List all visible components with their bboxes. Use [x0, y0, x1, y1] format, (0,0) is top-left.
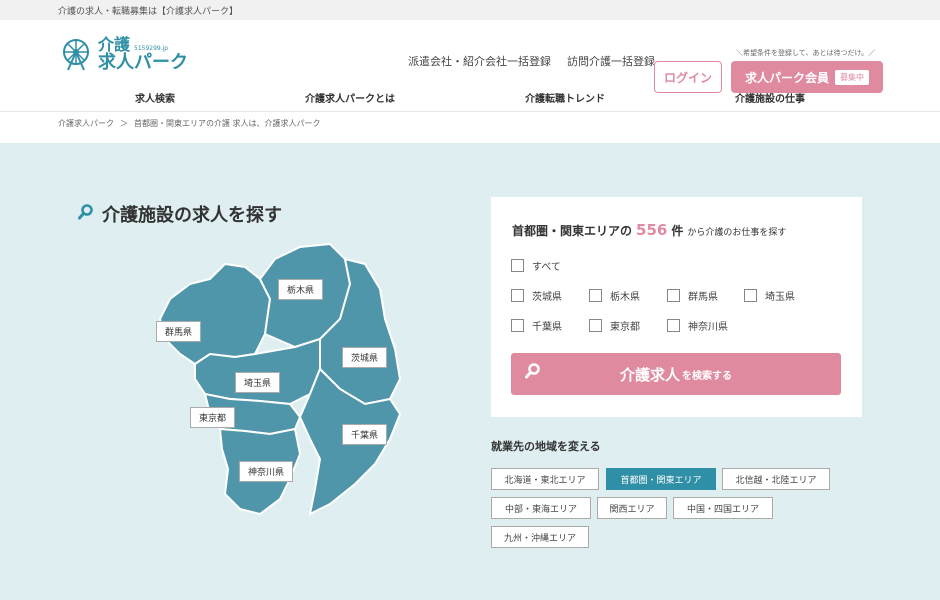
checkbox-chiba[interactable]: 千葉県	[511, 318, 562, 333]
checkbox-all[interactable]: すべて	[511, 258, 561, 273]
member-button-label: 求人パーク会員	[744, 70, 829, 85]
checkbox-tochigi[interactable]: 栃木県	[589, 288, 640, 303]
map-label-kanagawa[interactable]: 神奈川県	[239, 461, 294, 482]
map-label-chiba[interactable]: 千葉県	[342, 424, 388, 445]
map-label-ibaraki[interactable]: 茨城県	[342, 347, 388, 368]
nav-item-work[interactable]: 介護施設の仕事	[735, 84, 805, 111]
header-link-visit[interactable]: 訪問介護一括登録	[567, 53, 655, 69]
breadcrumb-separator: ＞	[120, 119, 128, 128]
logo-small: 5159299.jp	[134, 44, 169, 52]
checkbox-gunma[interactable]: 群馬県	[667, 288, 718, 303]
logo-sub: 求人パーク	[98, 51, 188, 73]
checkbox-ibaraki[interactable]: 茨城県	[511, 288, 562, 303]
header-links: 派遣会社・紹介会社一括登録 訪問介護一括登録	[408, 53, 655, 69]
job-count: 556	[636, 221, 668, 239]
checkbox-box[interactable]	[511, 319, 524, 332]
breadcrumb-current: 首都圏・関東エリアの介護 求人は、介護求人パーク	[134, 119, 321, 128]
map-label-gunma[interactable]: 群馬県	[156, 321, 202, 342]
nav-item-about[interactable]: 介護求人パークとは	[305, 84, 395, 111]
checkbox-label: 神奈川県	[688, 322, 728, 333]
search-icon	[78, 204, 94, 224]
checkbox-box[interactable]	[589, 319, 602, 332]
nav-item-search[interactable]: 求人検索	[135, 84, 175, 111]
checkbox-label: 埼玉県	[765, 292, 795, 303]
tagline: ＼希望条件を登録して、あとは待つだけ。／	[736, 49, 876, 57]
search-button-main: 介護求人	[619, 365, 680, 384]
top-bar-text: 介護の求人・転職募集は【介護求人パーク】	[58, 7, 239, 17]
map-region-gunma[interactable]	[158, 262, 272, 366]
section-title: 介護施設の求人を探す	[78, 201, 282, 227]
panel-title-suffix: から介護のお仕事を探す	[687, 228, 787, 238]
header-link-dispatch[interactable]: 派遣会社・紹介会社一括登録	[408, 53, 551, 69]
checkbox-label: 東京都	[610, 322, 640, 333]
map-label-tochigi[interactable]: 栃木県	[278, 279, 324, 300]
region-title: 就業先の地域を変える	[491, 440, 601, 453]
region-button-kansai[interactable]: 関西エリア	[597, 497, 667, 519]
ferris-wheel-icon	[63, 39, 89, 71]
map-label-tokyo[interactable]: 東京都	[190, 407, 236, 428]
logo[interactable]: 介護 5159299.jp 求人パーク	[58, 36, 188, 72]
top-bar: 介護の求人・転職募集は【介護求人パーク】	[0, 0, 940, 20]
kanto-map: 栃木県 群馬県 茨城県 埼玉県 東京都 千葉県 神奈川県	[150, 239, 420, 529]
logo-main: 介護	[98, 34, 131, 54]
breadcrumb-home[interactable]: 介護求人パーク	[58, 118, 114, 129]
checkbox-box[interactable]	[589, 289, 602, 302]
checkbox-label: 栃木県	[610, 292, 640, 303]
region-button-tokai[interactable]: 中部・東海エリア	[491, 497, 591, 519]
main-nav: 求人検索 介護求人パークとは 介護転職トレンド 介護施設の仕事	[0, 84, 940, 112]
checkbox-box[interactable]	[667, 319, 680, 332]
checkbox-box[interactable]	[744, 289, 757, 302]
map-label-saitama[interactable]: 埼玉県	[235, 372, 281, 393]
section-title-text: 介護施設の求人を探す	[102, 205, 282, 226]
job-count-unit: 件	[671, 224, 684, 238]
checkbox-saitama[interactable]: 埼玉県	[744, 288, 795, 303]
region-button-hokkaido[interactable]: 北海道・東北エリア	[491, 468, 599, 490]
checkbox-kanagawa[interactable]: 神奈川県	[667, 318, 728, 333]
header: 介護 5159299.jp 求人パーク 派遣会社・紹介会社一括登録 訪問介護一括…	[0, 20, 940, 93]
checkbox-label: 群馬県	[688, 292, 718, 303]
search-icon	[525, 363, 541, 383]
region-button-kanto[interactable]: 首都圏・関東エリア	[606, 468, 716, 490]
region-button-shikoku[interactable]: 中国・四国エリア	[673, 497, 773, 519]
breadcrumb: 介護求人パーク ＞ 首都圏・関東エリアの介護 求人は、介護求人パーク	[58, 118, 321, 129]
panel-title-prefix: 首都圏・関東エリアの	[512, 224, 633, 238]
main-area: 介護施設の求人を探す 栃木県 群馬県 茨城県 埼玉県 東京都 千葉県 神奈川県 …	[0, 143, 940, 600]
nav-item-trend[interactable]: 介護転職トレンド	[525, 84, 605, 111]
region-button-kyushu[interactable]: 九州・沖縄エリア	[491, 526, 589, 548]
checkbox-label: 茨城県	[532, 292, 562, 303]
panel-title: 首都圏・関東エリアの 556 件 から介護のお仕事を探す	[512, 221, 786, 239]
search-panel: 首都圏・関東エリアの 556 件 から介護のお仕事を探す すべて 茨城県 栃木県…	[491, 197, 862, 417]
search-button[interactable]: 介護求人 を検索する	[511, 353, 841, 395]
checkbox-box[interactable]	[511, 259, 524, 272]
checkbox-label: すべて	[532, 262, 561, 273]
search-button-sub: を検索する	[682, 370, 732, 382]
checkbox-box[interactable]	[511, 289, 524, 302]
checkbox-label: 千葉県	[532, 322, 562, 333]
checkbox-tokyo[interactable]: 東京都	[589, 318, 640, 333]
member-badge: 募集中	[835, 69, 869, 85]
checkbox-box[interactable]	[667, 289, 680, 302]
region-button-hokuriku[interactable]: 北信越・北陸エリア	[722, 468, 830, 490]
